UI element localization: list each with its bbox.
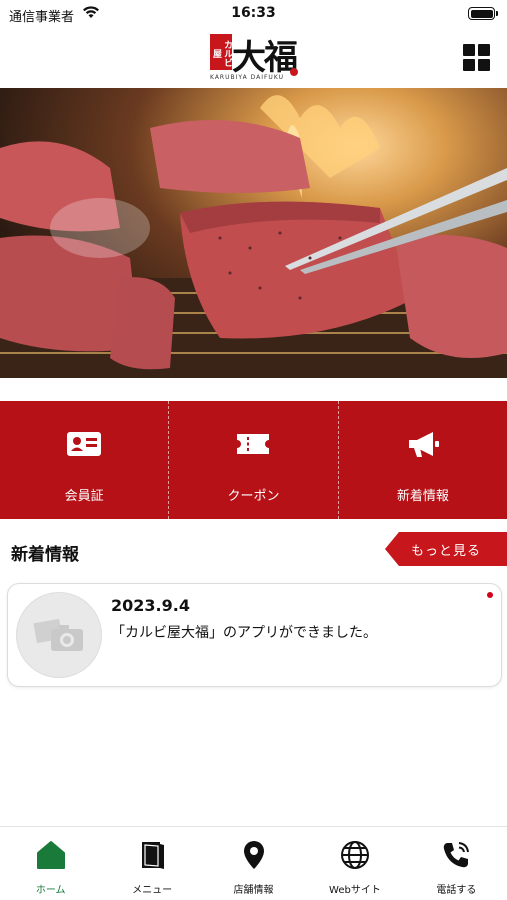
menu-book-icon [142, 842, 165, 869]
tile-member-card[interactable]: 会員証 [0, 401, 170, 519]
member-card-icon [67, 432, 102, 456]
megaphone-icon [408, 432, 439, 457]
news-section-title: 新着情報 [11, 545, 79, 565]
tab-menu[interactable]: メニュー [101, 827, 202, 900]
tab-label: Webサイト [329, 885, 381, 896]
tile-label: 会員証 [64, 489, 104, 504]
globe-icon [340, 841, 369, 869]
tab-label: 電話する [436, 885, 477, 896]
tile-label: クーポン [227, 489, 280, 504]
hero-image [0, 88, 507, 378]
clock: 16:33 [231, 5, 276, 21]
camera-photo-icon [33, 618, 83, 651]
see-more-button[interactable]: もっと見る [385, 532, 507, 566]
news-text: 「カルビ屋大福」のアプリができました。 [111, 625, 377, 641]
news-thumbnail-placeholder [16, 592, 102, 678]
battery-icon [468, 7, 498, 20]
logo-sub-text: KARUBIYA DAIFUKU [210, 74, 284, 81]
status-bar: 通信事業者 16:33 [0, 0, 507, 28]
unread-indicator [487, 592, 493, 598]
tab-label: ホーム [35, 885, 66, 896]
logo-red-mark: カルビ屋 [210, 34, 232, 70]
tab-bar: ホーム メニュー 店舗情報 Webサイト 電話する [0, 826, 507, 900]
news-item[interactable]: 2023.9.4 「カルビ屋大福」のアプリができました。 [7, 583, 502, 687]
tab-call[interactable]: 電話する [406, 827, 507, 900]
tile-news[interactable]: 新着情報 [339, 401, 507, 519]
map-pin-icon [243, 841, 264, 869]
phone-icon [444, 842, 470, 868]
tile-label: 新着情報 [396, 489, 449, 504]
coupon-ticket-icon [237, 434, 270, 454]
grilled-meat-illustration [0, 95, 507, 378]
tab-label: 店舗情報 [233, 885, 274, 896]
grid-menu-icon[interactable] [463, 44, 490, 71]
logo-dot [290, 68, 298, 76]
tab-label: メニュー [132, 885, 173, 896]
feature-tiles: 会員証 クーポン 新着情報 [0, 401, 507, 519]
tile-coupon[interactable]: クーポン [169, 401, 339, 519]
tab-website[interactable]: Webサイト [304, 827, 405, 900]
tab-home[interactable]: ホーム [0, 827, 101, 900]
tab-store-info[interactable]: 店舗情報 [203, 827, 304, 900]
brand-logo[interactable]: カルビ屋 大福 KARUBIYA DAIFUKU [208, 32, 300, 84]
app-header: カルビ屋 大福 KARUBIYA DAIFUKU [0, 28, 507, 88]
news-date: 2023.9.4 [111, 596, 190, 615]
logo-main-text: 大福 [232, 38, 298, 78]
home-icon [36, 841, 65, 869]
